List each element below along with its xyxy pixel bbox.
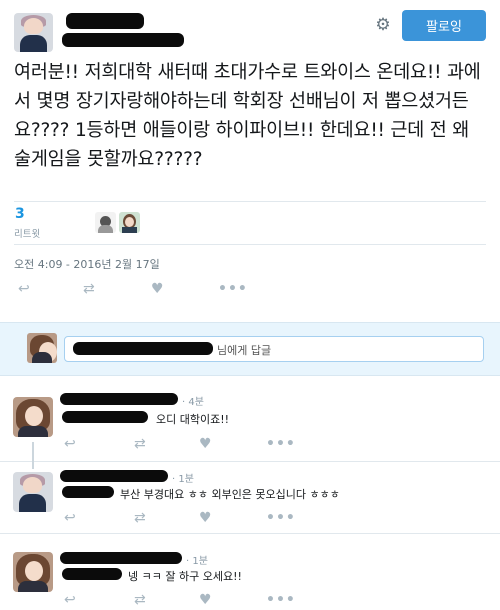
reply-text: 넹 ㅋㅋ 잘 하구 오세요!! — [128, 570, 242, 583]
reply-placeholder: 님에게 답글 — [217, 344, 272, 357]
heart-icon[interactable]: ♥ — [199, 434, 212, 454]
reply-time[interactable]: · 4분 — [182, 393, 204, 408]
following-button[interactable]: 팔로잉 — [402, 10, 486, 41]
reply-item[interactable]: · 1분 부산 부경대요 ㅎㅎ 외부인은 못오십니다 ㅎㅎㅎ ↩ ⇄ ♥ ••• — [0, 462, 500, 534]
heart-icon[interactable]: ♥ — [151, 279, 164, 299]
reply-item[interactable]: · 1분 넹 ㅋㅋ 잘 하구 오세요!! ↩ ⇄ ♥ ••• — [0, 544, 500, 610]
divider — [14, 244, 486, 245]
reply-avatar[interactable] — [13, 552, 53, 592]
redacted-reply-target — [73, 342, 213, 355]
redacted-mention — [62, 411, 148, 423]
tweet-text: 여러분!! 저희대학 새터때 초대가수로 트와이스 온데요!! 과에서 몇명 장… — [14, 62, 481, 170]
redacted-reply-author — [60, 393, 178, 405]
reply-text: 오디 대학이죠!! — [156, 413, 230, 426]
reply-composer: 님에게 답글 — [0, 322, 500, 376]
author-avatar[interactable] — [14, 13, 53, 52]
retweeter-avatar[interactable] — [119, 212, 140, 233]
retweet-label[interactable]: 리트윗 — [14, 226, 40, 240]
viewer-avatar — [27, 333, 57, 363]
more-icon[interactable]: ••• — [266, 590, 296, 610]
heart-icon[interactable]: ♥ — [199, 508, 212, 528]
retweet-icon[interactable]: ⇄ — [134, 590, 146, 610]
redacted-author-handle — [62, 33, 184, 47]
reply-time[interactable]: · 1분 — [172, 470, 194, 485]
redacted-reply-author — [60, 552, 182, 564]
reply-avatar[interactable] — [13, 397, 53, 437]
redacted-author-name — [66, 13, 144, 29]
more-icon[interactable]: ••• — [266, 434, 296, 454]
reply-item[interactable]: · 4분 오디 대학이죠!! ↩ ⇄ ♥ ••• — [0, 387, 500, 462]
retweet-icon[interactable]: ⇄ — [134, 508, 146, 528]
retweeter-avatar[interactable] — [95, 212, 116, 233]
gear-icon[interactable]: ⚙ — [374, 16, 392, 34]
retweet-icon[interactable]: ⇄ — [134, 434, 146, 454]
reply-avatar[interactable] — [13, 472, 53, 512]
reply-text: 부산 부경대요 ㅎㅎ 외부인은 못오십니다 ㅎㅎㅎ — [120, 488, 340, 501]
reply-icon[interactable]: ↩ — [64, 434, 76, 454]
redacted-reply-author — [60, 470, 168, 482]
reply-icon[interactable]: ↩ — [64, 590, 76, 610]
tweet-actions: ↩ ⇄ ♥ ••• — [0, 279, 300, 299]
redacted-mention — [62, 486, 114, 498]
redacted-mention — [62, 568, 122, 580]
tweet-timestamp[interactable]: 오전 4:09 - 2016년 2월 17일 — [14, 256, 160, 272]
heart-icon[interactable]: ♥ — [199, 590, 212, 610]
divider — [14, 201, 486, 202]
reply-time[interactable]: · 1분 — [186, 552, 208, 567]
more-icon[interactable]: ••• — [266, 508, 296, 528]
reply-icon[interactable]: ↩ — [18, 279, 30, 299]
more-icon[interactable]: ••• — [218, 279, 248, 299]
reply-input[interactable]: 님에게 답글 — [64, 336, 484, 362]
reply-icon[interactable]: ↩ — [64, 508, 76, 528]
retweet-icon[interactable]: ⇄ — [83, 279, 95, 299]
retweet-count[interactable]: 3 — [15, 206, 25, 222]
